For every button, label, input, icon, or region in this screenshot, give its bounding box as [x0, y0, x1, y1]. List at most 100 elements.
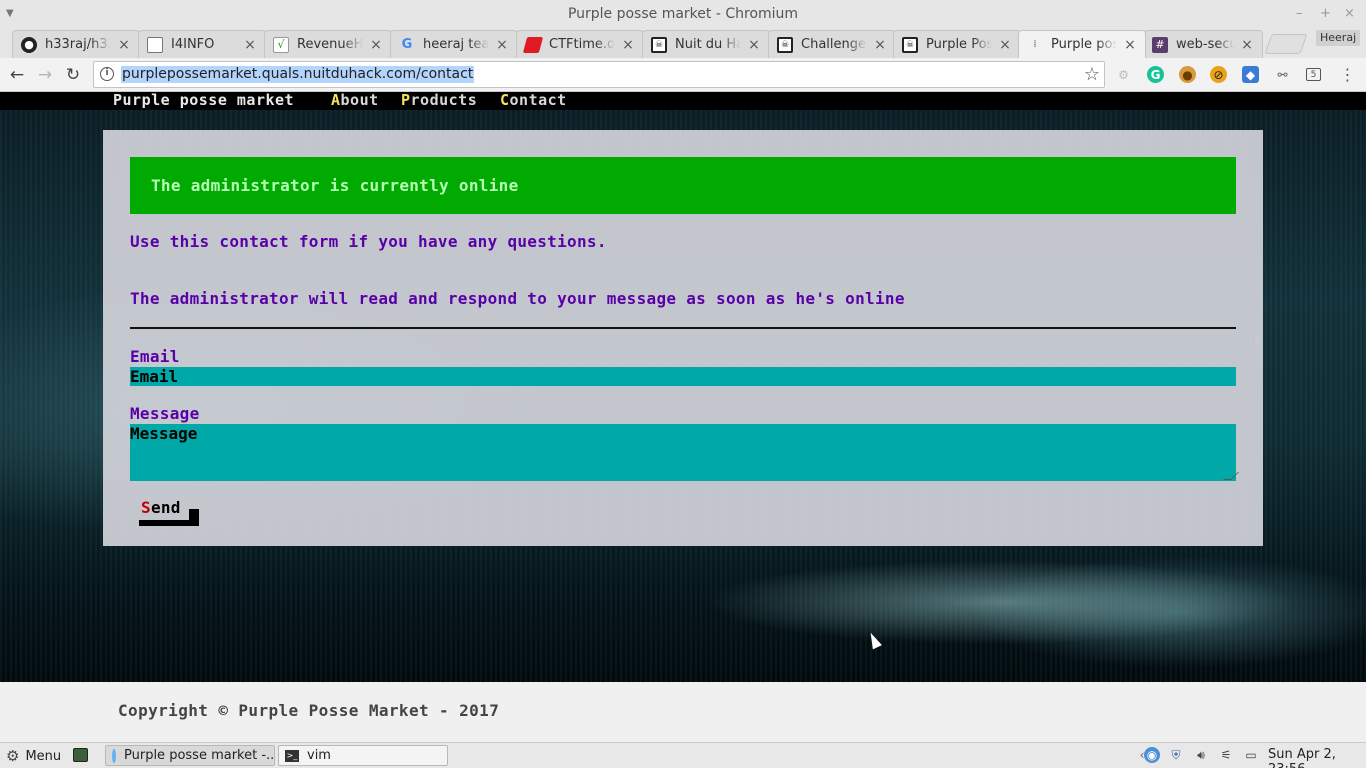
skull-icon: ☠: [777, 36, 793, 53]
nav-label: ontact: [509, 92, 567, 109]
tab-label: Purple poss: [1051, 37, 1117, 52]
hash-icon: #: [1152, 36, 1168, 53]
tab-label: Challenges: [801, 37, 867, 52]
clock[interactable]: Sun Apr 2, 23:56: [1268, 747, 1366, 768]
menu-kebab-icon[interactable]: ⋮: [1339, 65, 1356, 84]
address-bar[interactable]: i purplepossemarket.quals.nuitduhack.com…: [93, 61, 1105, 88]
window-titlebar: ▼ Purple posse market - Chromium – + ×: [0, 0, 1366, 28]
nav-products[interactable]: Products: [401, 92, 477, 109]
ctftime-icon: [522, 36, 544, 53]
battery-icon[interactable]: ▭: [1243, 747, 1259, 763]
tab-close-button[interactable]: ×: [243, 37, 257, 53]
hotkey: P: [401, 92, 411, 109]
taskbar-item-vim[interactable]: >_ vim: [278, 745, 448, 766]
tab-purple-posse-active[interactable]: ⁞ Purple poss ×: [1018, 30, 1146, 58]
url-text[interactable]: purplepossemarket.quals.nuitduhack.com/c…: [121, 66, 475, 83]
drag-handle-icon[interactable]: ≡ ≡: [1254, 335, 1270, 350]
tab-nuit-du-hack[interactable]: ☠ Nuit du Hac ×: [642, 30, 770, 58]
new-tab-button[interactable]: [1264, 34, 1308, 54]
page-viewport: Purple posse market About Products Conta…: [0, 92, 1366, 682]
bookmark-star-icon[interactable]: ☆: [1084, 64, 1100, 85]
reload-button[interactable]: ↻: [62, 64, 84, 86]
tab-close-button[interactable]: ×: [621, 37, 635, 53]
tab-close-button[interactable]: ×: [117, 37, 131, 53]
network-icon[interactable]: ⚟: [1218, 747, 1234, 763]
tab-challenges[interactable]: ☠ Challenges ×: [768, 30, 896, 58]
admin-note-text: The administrator will read and respond …: [130, 289, 905, 308]
message-label: Message: [130, 404, 200, 423]
nav-label: roducts: [410, 92, 478, 109]
back-button[interactable]: ←: [6, 64, 28, 86]
message-placeholder: Message: [130, 424, 198, 443]
volume-icon[interactable]: 🔊︎: [1193, 747, 1209, 763]
start-menu-button[interactable]: ⚙ Menu: [6, 746, 61, 766]
info-icon[interactable]: i: [100, 67, 114, 81]
site-navbar: Purple posse market About Products Conta…: [0, 92, 1366, 110]
email-label: Email: [130, 347, 180, 366]
grammarly-icon[interactable]: G: [1147, 66, 1164, 83]
tab-close-button[interactable]: ×: [1123, 37, 1137, 53]
tab-label: I4INFO: [171, 37, 215, 52]
profile-button[interactable]: Heeraj: [1316, 30, 1361, 46]
blocker-icon[interactable]: ⊘: [1210, 66, 1227, 83]
taskbar-item-label: Purple posse market -...: [124, 748, 275, 763]
extension-puzzle-icon[interactable]: ⚙: [1115, 66, 1132, 83]
site-footer: Copyright © Purple Posse Market - 2017: [0, 682, 1366, 742]
screenshot-icon[interactable]: 5: [1306, 68, 1321, 81]
tab-github[interactable]: ● h33raj/h33r ×: [12, 30, 140, 58]
shield-icon[interactable]: ⛨: [1168, 747, 1184, 763]
revenuehits-icon: √: [273, 36, 289, 53]
tab-label: Purple Poss: [926, 37, 992, 52]
skull-icon: ☠: [651, 36, 667, 53]
page-icon: ⁞: [1033, 39, 1037, 50]
send-label-rest: end: [150, 498, 181, 517]
hotkey: C: [500, 92, 510, 109]
tab-close-button[interactable]: ×: [1240, 37, 1254, 53]
tab-ctftime[interactable]: CTFtime.org ×: [516, 30, 644, 58]
nav-contact[interactable]: Contact: [500, 92, 567, 109]
chromium-tray-icon[interactable]: ◉: [1144, 747, 1160, 763]
arrow-left-icon: ←: [9, 65, 25, 85]
tab-google[interactable]: G heeraj team ×: [390, 30, 518, 58]
tab-purple-posse-1[interactable]: ☠ Purple Poss ×: [893, 30, 1021, 58]
menu-label: Menu: [25, 748, 62, 764]
tab-web-security[interactable]: # web-securi ×: [1143, 30, 1263, 58]
copyright-text: Copyright © Purple Posse Market - 2017: [118, 701, 500, 720]
gear-icon: ⚙: [6, 747, 20, 765]
tab-close-button[interactable]: ×: [369, 37, 383, 53]
tab-close-button[interactable]: ×: [747, 37, 761, 53]
tab-close-button[interactable]: ×: [495, 37, 509, 53]
taskbar-item-label: vim: [307, 748, 331, 763]
browser-toolbar: ← → ↻ i purplepossemarket.quals.nuitduha…: [0, 58, 1366, 92]
tab-label: RevenueHit: [297, 37, 363, 52]
tab-label: web-securi: [1176, 37, 1234, 52]
forward-button[interactable]: →: [34, 64, 56, 86]
intro-text: Use this contact form if you have any qu…: [130, 232, 607, 251]
admin-online-alert: The administrator is currently online: [130, 157, 1236, 214]
email-field[interactable]: Email: [130, 367, 1236, 386]
send-button[interactable]: Send: [139, 497, 199, 529]
reload-icon: ↻: [65, 65, 81, 85]
tab-close-button[interactable]: ×: [998, 37, 1012, 53]
wappalyzer-icon[interactable]: ◆: [1242, 66, 1259, 83]
cookie-icon[interactable]: ●: [1179, 66, 1196, 83]
minimize-button[interactable]: –: [1296, 0, 1303, 28]
window-menu-icon[interactable]: ▼: [6, 0, 14, 28]
window-title: Purple posse market - Chromium: [567, 6, 799, 22]
nav-label: bout: [340, 92, 379, 109]
resize-handle-icon[interactable]: [1223, 472, 1239, 480]
hotkey: A: [331, 92, 341, 109]
github-icon: ●: [21, 36, 37, 53]
tab-revenuehits[interactable]: √ RevenueHit ×: [264, 30, 392, 58]
show-desktop-icon[interactable]: [73, 748, 88, 762]
nav-about[interactable]: About: [331, 92, 379, 109]
tab-i4info[interactable]: I4INFO ×: [138, 30, 266, 58]
taskbar-item-chromium[interactable]: Purple posse market -...: [105, 745, 275, 766]
skull-icon: ☠: [902, 36, 918, 53]
stylish-icon[interactable]: ⚯: [1274, 66, 1291, 83]
maximize-button[interactable]: +: [1320, 0, 1331, 28]
site-brand[interactable]: Purple posse market: [113, 92, 294, 109]
close-window-button[interactable]: ×: [1344, 0, 1355, 28]
tab-close-button[interactable]: ×: [873, 37, 887, 53]
message-field[interactable]: Message: [130, 424, 1239, 481]
